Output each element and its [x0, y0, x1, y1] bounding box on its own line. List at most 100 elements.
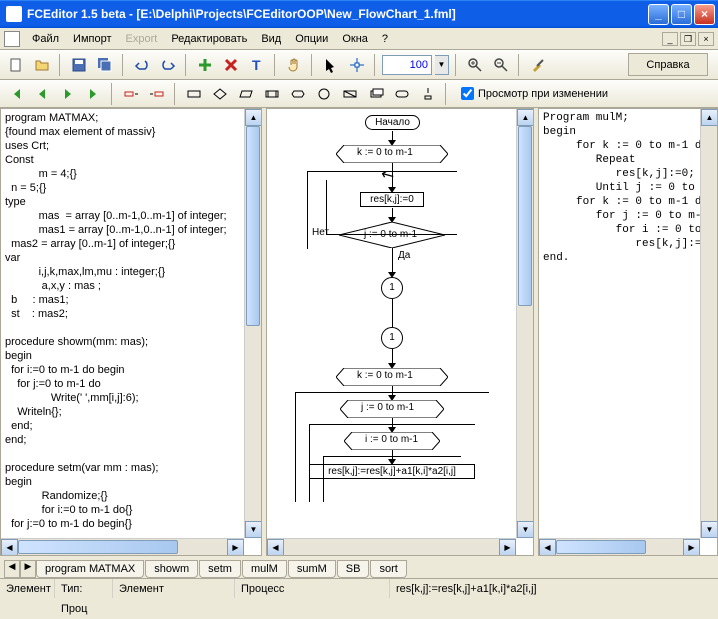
- tab-sort[interactable]: sort: [370, 560, 406, 578]
- scroll-down-button[interactable]: ▼: [701, 521, 718, 538]
- maximize-button[interactable]: □: [671, 4, 692, 25]
- scroll-left-button[interactable]: ◀: [267, 539, 284, 556]
- undo-button[interactable]: [130, 53, 153, 76]
- block-io-button[interactable]: [234, 82, 257, 105]
- scroll-thumb[interactable]: [246, 126, 260, 326]
- insert-after-button[interactable]: [145, 82, 168, 105]
- mdi-close-button[interactable]: ×: [698, 32, 714, 46]
- save-button[interactable]: [67, 53, 90, 76]
- add-button[interactable]: [193, 53, 216, 76]
- center-scrollbar-v[interactable]: ▲ ▼: [516, 109, 533, 538]
- block-process-button[interactable]: [182, 82, 205, 105]
- menu-import[interactable]: Импорт: [67, 31, 117, 47]
- scroll-thumb[interactable]: [556, 540, 646, 554]
- text-button[interactable]: T: [245, 53, 268, 76]
- scroll-right-button[interactable]: ▶: [683, 539, 700, 556]
- scroll-right-button[interactable]: ▶: [227, 539, 244, 556]
- left-scrollbar-h[interactable]: ◀ ▶: [1, 538, 244, 555]
- block-connector-button[interactable]: [312, 82, 335, 105]
- help-button[interactable]: Справка: [628, 53, 708, 76]
- block-loop-button[interactable]: [286, 82, 309, 105]
- crosshair-button[interactable]: [345, 53, 368, 76]
- right-code[interactable]: Program mulM; begin for k := 0 to m-1 do…: [539, 109, 717, 555]
- status-element2: Элемент: [113, 579, 235, 598]
- scroll-thumb[interactable]: [18, 540, 178, 554]
- scroll-left-button[interactable]: ◀: [539, 539, 556, 556]
- insert-before-button[interactable]: [119, 82, 142, 105]
- scroll-down-button[interactable]: ▼: [245, 521, 262, 538]
- menu-help[interactable]: ?: [376, 31, 394, 47]
- delete-button[interactable]: [219, 53, 242, 76]
- menu-edit[interactable]: Редактировать: [165, 31, 253, 47]
- tab-scroll-left[interactable]: ◀: [4, 560, 20, 578]
- nav-play-button[interactable]: [56, 82, 79, 105]
- scroll-up-button[interactable]: ▲: [701, 109, 718, 126]
- menu-export[interactable]: Export: [120, 31, 164, 47]
- block-data-button[interactable]: [338, 82, 361, 105]
- left-code-pane: program MATMAX; {found max element of ma…: [0, 108, 262, 556]
- separator: [111, 83, 113, 105]
- tab-sb[interactable]: SB: [337, 560, 370, 578]
- menu-options[interactable]: Опции: [289, 31, 334, 47]
- window-title: FCEditor 1.5 beta - [E:\Delphi\Projects\…: [27, 7, 648, 21]
- fc-conn2[interactable]: 1: [381, 327, 403, 349]
- mdi-restore-button[interactable]: ❐: [680, 32, 696, 46]
- zoom-out-button[interactable]: [489, 53, 512, 76]
- tab-summ[interactable]: sumM: [288, 560, 336, 578]
- zoom-in-button[interactable]: [463, 53, 486, 76]
- zoom-dropdown[interactable]: ▼: [435, 55, 449, 75]
- minimize-button[interactable]: _: [648, 4, 669, 25]
- right-scrollbar-v[interactable]: ▲ ▼: [700, 109, 717, 538]
- separator: [174, 83, 176, 105]
- block-comment-button[interactable]: [364, 82, 387, 105]
- nav-last-button[interactable]: [82, 82, 105, 105]
- flowchart-canvas[interactable]: Начало k := 0 to m-1 ↖ res[k,j]:=0 j := …: [267, 109, 533, 555]
- hand-button[interactable]: [282, 53, 305, 76]
- left-code[interactable]: program MATMAX; {found max element of ma…: [1, 109, 261, 555]
- redo-button[interactable]: [156, 53, 179, 76]
- block-subroutine-button[interactable]: [260, 82, 283, 105]
- block-terminal-button[interactable]: [390, 82, 413, 105]
- nav-prev-button[interactable]: [30, 82, 53, 105]
- right-code-pane: Program mulM; begin for k := 0 to m-1 do…: [538, 108, 718, 556]
- right-scrollbar-h[interactable]: ◀ ▶: [539, 538, 700, 555]
- tab-showm[interactable]: showm: [145, 560, 198, 578]
- tab-program[interactable]: program MATMAX: [36, 560, 144, 578]
- scroll-up-button[interactable]: ▲: [517, 109, 534, 126]
- flowchart-pane[interactable]: Начало k := 0 to m-1 ↖ res[k,j]:=0 j := …: [266, 108, 534, 556]
- mdi-minimize-button[interactable]: _: [662, 32, 678, 46]
- scroll-thumb[interactable]: [518, 126, 532, 306]
- center-scrollbar-h[interactable]: ◀ ▶: [267, 538, 516, 555]
- tab-mulm[interactable]: mulM: [242, 560, 287, 578]
- left-scrollbar-v[interactable]: ▲ ▼: [244, 109, 261, 538]
- separator: [374, 54, 376, 76]
- menu-file[interactable]: Файл: [26, 31, 65, 47]
- block-decision-button[interactable]: [208, 82, 231, 105]
- zoom-input[interactable]: [382, 55, 432, 75]
- separator: [445, 83, 447, 105]
- fc-start[interactable]: Начало: [365, 115, 420, 130]
- pointer-button[interactable]: [319, 53, 342, 76]
- tools-button[interactable]: [526, 53, 549, 76]
- close-button[interactable]: ×: [694, 4, 715, 25]
- fc-conn1[interactable]: 1: [381, 277, 403, 299]
- preview-checkbox-wrap[interactable]: Просмотр при изменении: [461, 87, 608, 100]
- tab-setm[interactable]: setm: [199, 560, 241, 578]
- statusbar: Элемент Тип: Проц Элемент Процесс res[k,…: [0, 578, 718, 598]
- menu-view[interactable]: Вид: [255, 31, 287, 47]
- scroll-right-button[interactable]: ▶: [499, 539, 516, 556]
- tabbar: ◀ ▶ program MATMAX showm setm mulM sumM …: [0, 556, 718, 578]
- menu-windows[interactable]: Окна: [336, 31, 374, 47]
- scroll-up-button[interactable]: ▲: [245, 109, 262, 126]
- fc-kloop[interactable]: k := 0 to m-1: [357, 147, 413, 158]
- fc-kloop2[interactable]: k := 0 to m-1: [357, 370, 413, 381]
- block-page-button[interactable]: [416, 82, 439, 105]
- open-button[interactable]: [30, 53, 53, 76]
- scroll-left-button[interactable]: ◀: [1, 539, 18, 556]
- scroll-down-button[interactable]: ▼: [517, 521, 534, 538]
- save-all-button[interactable]: [93, 53, 116, 76]
- preview-checkbox[interactable]: [461, 87, 474, 100]
- new-button[interactable]: [4, 53, 27, 76]
- nav-first-button[interactable]: [4, 82, 27, 105]
- tab-scroll-right[interactable]: ▶: [20, 560, 36, 578]
